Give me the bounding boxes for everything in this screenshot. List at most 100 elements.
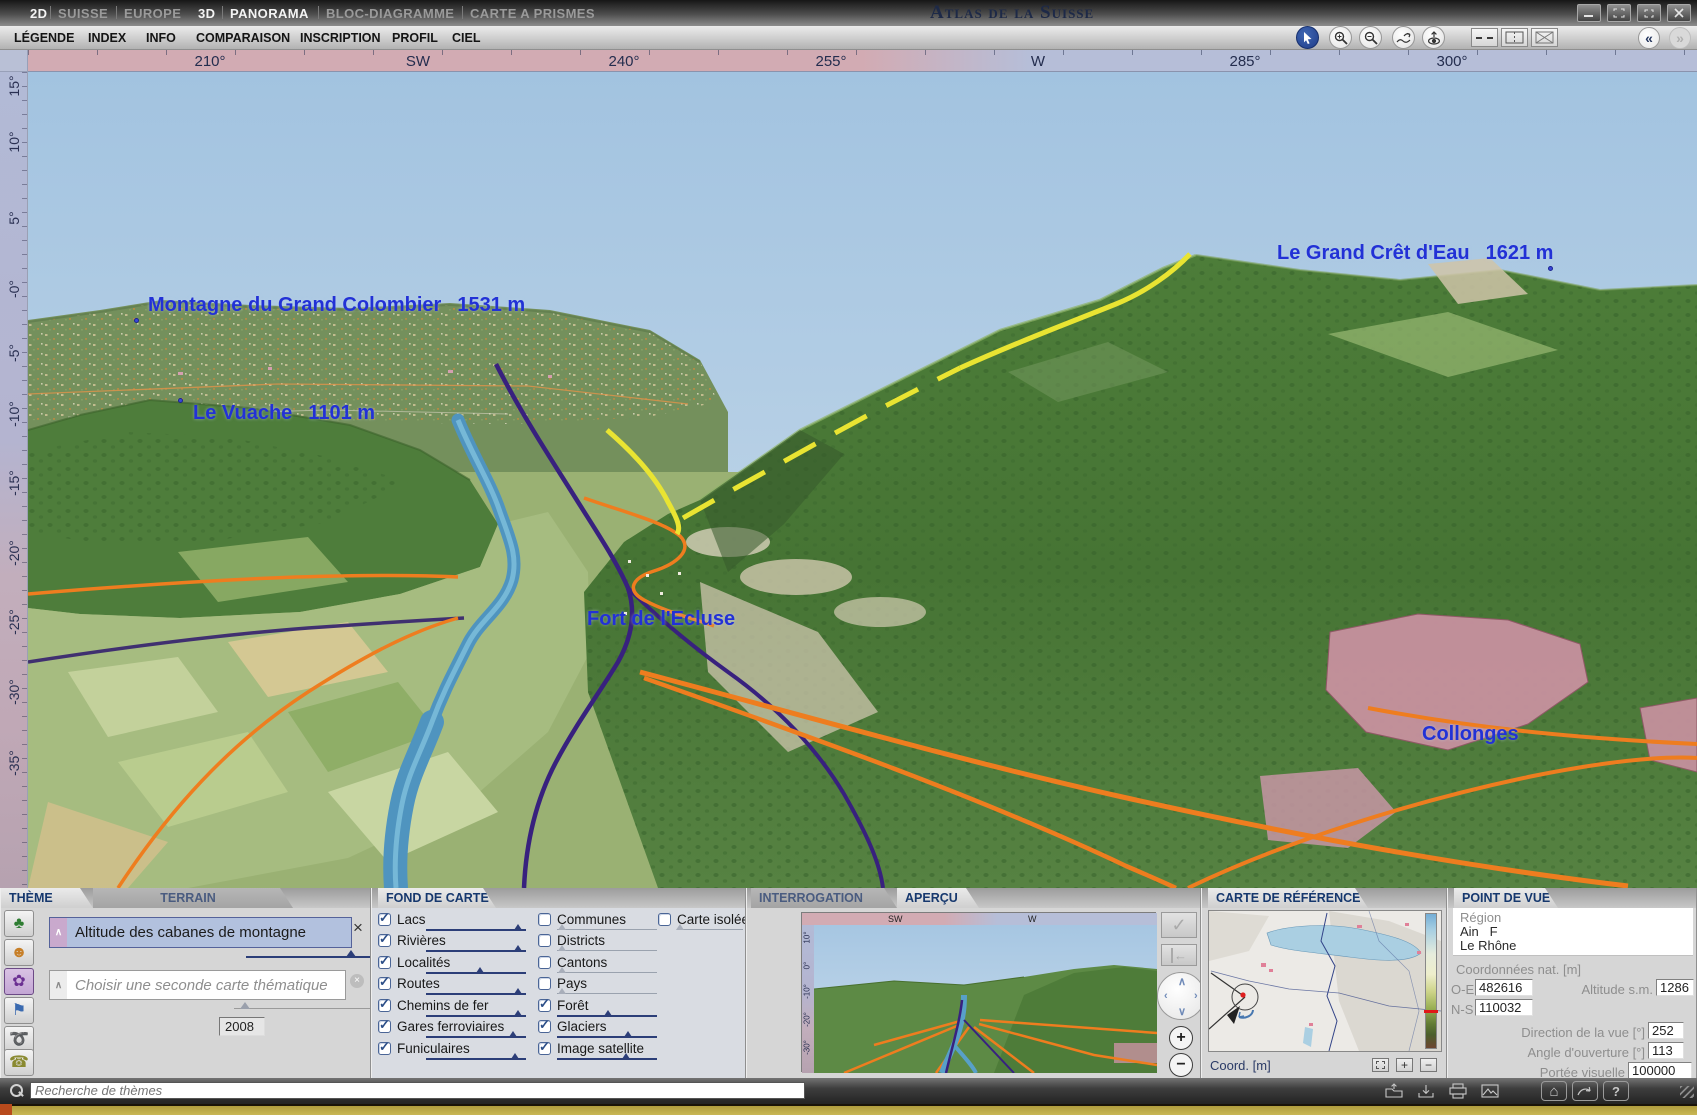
- ref-zoom-in-button[interactable]: +: [1396, 1058, 1413, 1072]
- transparency-slider[interactable]: [557, 1031, 657, 1039]
- split-view-icon[interactable]: [1501, 28, 1528, 47]
- panorama-view[interactable]: Montagne du Grand Colombier1531 m Le Gra…: [28, 72, 1697, 888]
- preview-viewport[interactable]: SW W 10° 0° -10° -20° -30°: [801, 912, 1156, 1072]
- mode-suisse[interactable]: SUISSE: [58, 6, 108, 21]
- theme-tourism-icon[interactable]: ✿: [4, 968, 34, 995]
- checkbox[interactable]: [378, 956, 391, 969]
- chevron-down-icon[interactable]: ∨: [1178, 1005, 1186, 1018]
- restore-button[interactable]: [1637, 4, 1661, 22]
- link-icon[interactable]: [1572, 1081, 1598, 1101]
- mode-europe[interactable]: EUROPE: [124, 6, 181, 21]
- preview-zoom-out-button[interactable]: −: [1169, 1053, 1193, 1077]
- checkbox[interactable]: [378, 1020, 391, 1033]
- zoom-out-icon[interactable]: [1359, 26, 1382, 49]
- theme-search-input[interactable]: [30, 1082, 805, 1099]
- reference-map[interactable]: [1208, 910, 1442, 1052]
- checkbox[interactable]: [378, 977, 391, 990]
- pan-view-icon[interactable]: [1392, 26, 1415, 49]
- direction-field[interactable]: 252: [1648, 1022, 1684, 1039]
- transparency-slider[interactable]: [557, 1010, 657, 1018]
- zoom-in-icon[interactable]: [1329, 26, 1352, 49]
- theme-phone-icon[interactable]: ☎: [4, 1049, 34, 1076]
- mode-bloc-diagramme[interactable]: BLOC-DIAGRAMME: [326, 6, 454, 21]
- aperture-field[interactable]: 113: [1648, 1042, 1684, 1059]
- export-image-icon[interactable]: [1479, 1082, 1501, 1100]
- menu-comparaison[interactable]: COMPARAISON: [196, 31, 290, 45]
- maximize-button[interactable]: [1607, 4, 1631, 22]
- close-theme-icon[interactable]: ×: [353, 918, 363, 938]
- checkbox[interactable]: [538, 999, 551, 1012]
- transparency-slider[interactable]: [557, 967, 657, 975]
- checkbox[interactable]: [538, 977, 551, 990]
- mode-3d[interactable]: 3D: [198, 6, 215, 21]
- transparency-slider[interactable]: [557, 924, 657, 932]
- profile-dashed-icon[interactable]: [1471, 28, 1498, 47]
- transparency-slider[interactable]: [426, 988, 526, 996]
- transparency-slider[interactable]: [426, 1010, 526, 1018]
- tab-theme[interactable]: THÈME: [1, 888, 93, 908]
- chevron-up-icon[interactable]: ∧: [1178, 975, 1186, 988]
- secondary-theme-dropdown[interactable]: ∧ Choisir une seconde carte thématique: [49, 970, 346, 1000]
- menu-legende[interactable]: LÉGENDE: [14, 31, 74, 45]
- checkbox[interactable]: [658, 913, 671, 926]
- range-field[interactable]: 100000: [1628, 1062, 1692, 1078]
- ref-expand-button[interactable]: [1372, 1058, 1389, 1072]
- transparency-slider[interactable]: [426, 924, 526, 932]
- checkbox[interactable]: [538, 956, 551, 969]
- back-icon[interactable]: «: [1638, 27, 1660, 49]
- pointer-icon[interactable]: [1296, 26, 1319, 49]
- checkbox[interactable]: [538, 934, 551, 947]
- menu-ciel[interactable]: CIEL: [452, 31, 480, 45]
- mode-2d[interactable]: 2D: [30, 6, 47, 21]
- menu-info[interactable]: INFO: [146, 31, 176, 45]
- close-button[interactable]: [1667, 4, 1691, 22]
- transparency-slider[interactable]: [557, 1053, 657, 1061]
- menu-profil[interactable]: PROFIL: [392, 31, 438, 45]
- transparency-slider[interactable]: [677, 924, 743, 932]
- secondary-theme-slider[interactable]: [234, 1002, 371, 1012]
- primary-theme-slider[interactable]: [246, 950, 371, 960]
- menu-index[interactable]: INDEX: [88, 31, 126, 45]
- year-field[interactable]: 2008: [219, 1017, 265, 1036]
- menu-inscription[interactable]: INSCRIPTION: [300, 31, 381, 45]
- transparency-slider[interactable]: [426, 1053, 526, 1061]
- altitude-field[interactable]: 1286: [1656, 979, 1694, 996]
- tab-apercu[interactable]: APERÇU: [897, 888, 979, 908]
- transparency-slider[interactable]: [426, 945, 526, 953]
- ref-zoom-out-button[interactable]: −: [1420, 1058, 1437, 1072]
- tab-interrogation[interactable]: INTERROGATION: [751, 888, 897, 908]
- mode-carte-a-prismes[interactable]: CARTE A PRISMES: [470, 6, 595, 21]
- resize-grip[interactable]: [1680, 1086, 1694, 1098]
- checkbox[interactable]: [538, 1042, 551, 1055]
- chevron-right-icon[interactable]: ›: [1194, 990, 1198, 1002]
- viewpoint-eye-icon[interactable]: [1422, 26, 1445, 49]
- checkbox[interactable]: [378, 913, 391, 926]
- theme-population-icon[interactable]: ☻: [4, 939, 34, 966]
- tab-terrain[interactable]: TERRAIN: [93, 888, 293, 908]
- minimize-button[interactable]: [1577, 4, 1601, 22]
- help-icon[interactable]: ?: [1603, 1081, 1629, 1101]
- preview-zoom-in-button[interactable]: +: [1169, 1026, 1193, 1050]
- theme-nature-icon[interactable]: ♣: [4, 910, 34, 937]
- checkbox[interactable]: [538, 1020, 551, 1033]
- transparency-slider[interactable]: [426, 1031, 526, 1039]
- save-download-icon[interactable]: [1415, 1082, 1437, 1100]
- transparency-slider[interactable]: [426, 967, 526, 975]
- ns-field[interactable]: 110032: [1475, 999, 1533, 1016]
- checkbox[interactable]: [378, 934, 391, 947]
- chevron-left-icon[interactable]: ‹: [1164, 990, 1168, 1002]
- close-view-icon[interactable]: [1531, 28, 1558, 47]
- transparency-slider[interactable]: [557, 988, 657, 996]
- checkbox[interactable]: [378, 999, 391, 1012]
- pan-control[interactable]: ∧ ∨ ‹ ›: [1157, 972, 1201, 1020]
- primary-theme-dropdown[interactable]: ∧ Altitude des cabanes de montagne: [49, 917, 352, 948]
- oe-field[interactable]: 482616: [1475, 979, 1533, 996]
- theme-flag-icon[interactable]: ⚑: [4, 997, 34, 1024]
- home-icon[interactable]: ⌂: [1541, 1081, 1567, 1101]
- checkbox[interactable]: [378, 1042, 391, 1055]
- checkbox[interactable]: [538, 913, 551, 926]
- open-file-icon[interactable]: [1383, 1082, 1405, 1100]
- print-icon[interactable]: [1447, 1082, 1469, 1100]
- transparency-slider[interactable]: [557, 945, 657, 953]
- mode-panorama[interactable]: PANORAMA: [230, 6, 309, 21]
